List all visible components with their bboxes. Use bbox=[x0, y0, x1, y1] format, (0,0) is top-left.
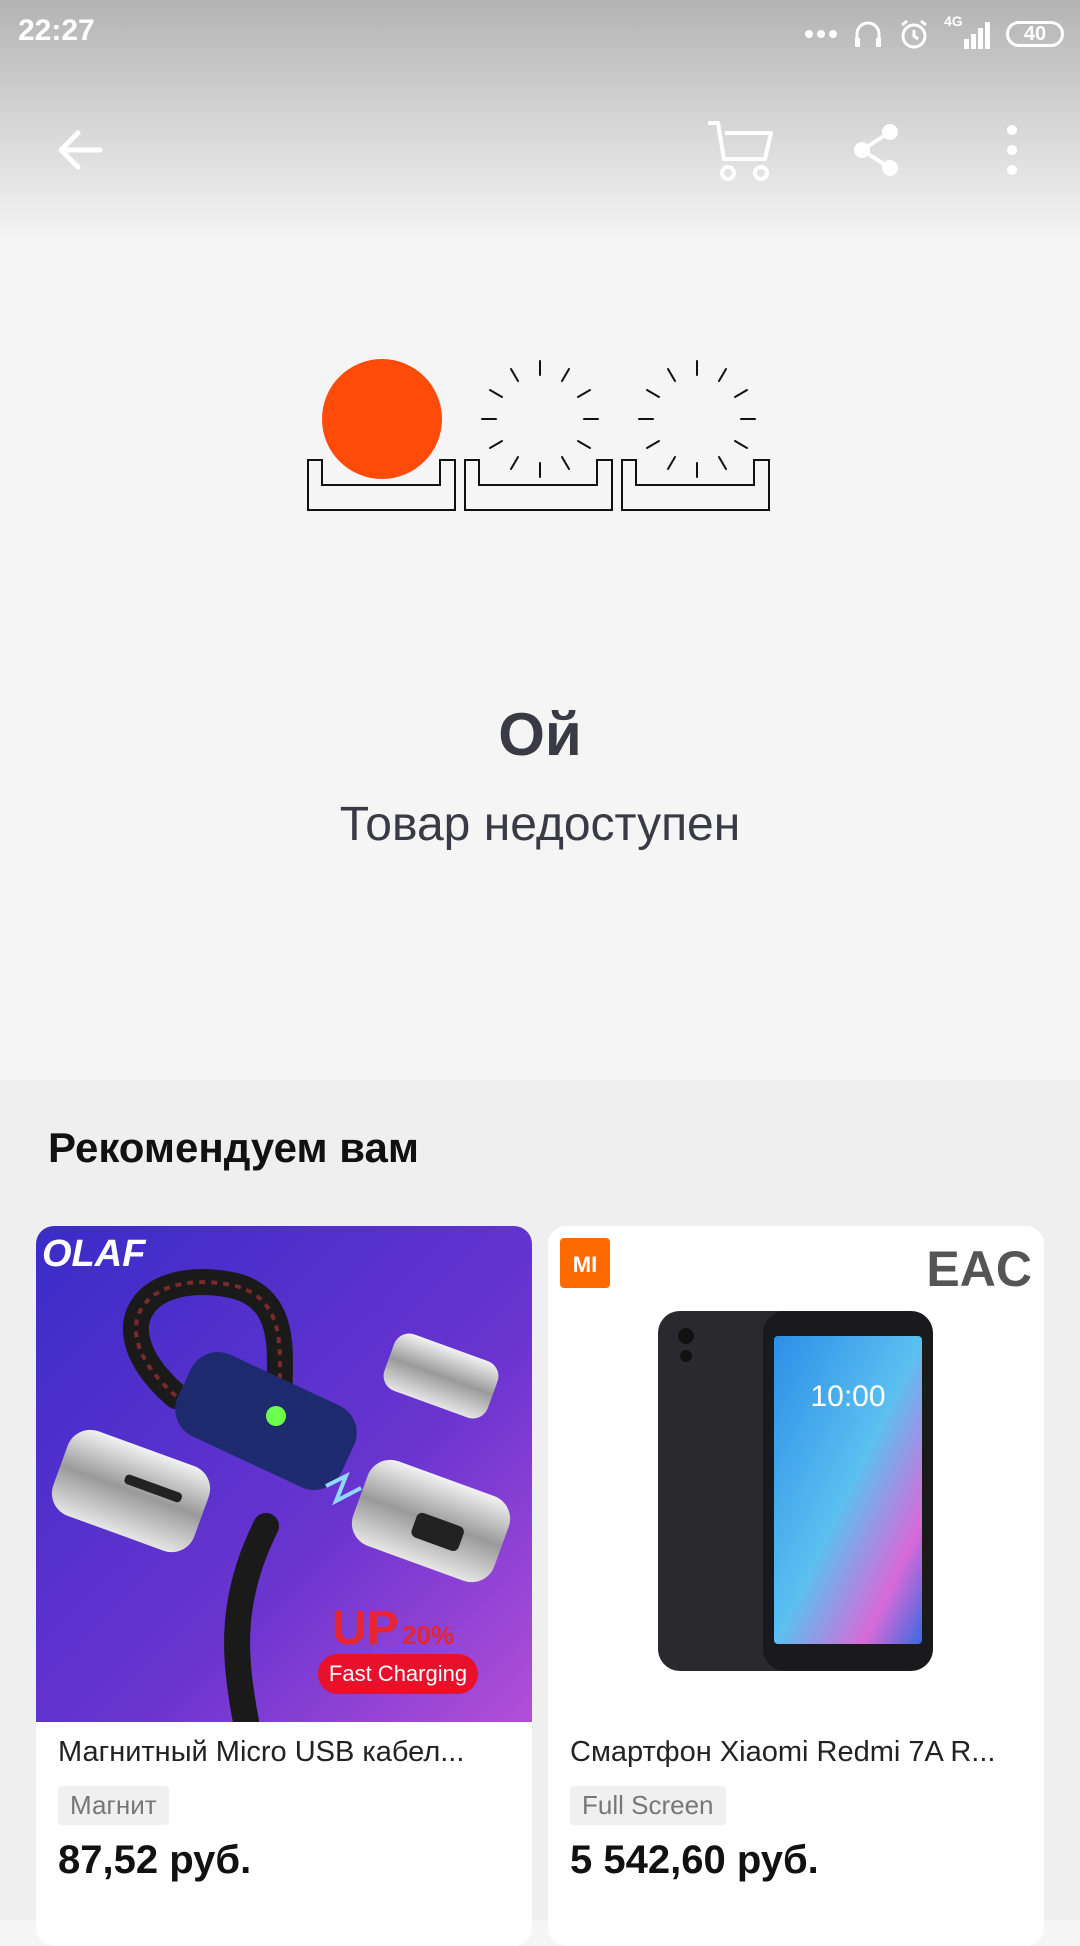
brand-logo-text: OLAF bbox=[42, 1233, 147, 1275]
more-notifications-icon bbox=[805, 30, 837, 38]
product-price: 5 542,60 руб. bbox=[570, 1838, 819, 1882]
status-bar: 22:27 4G 40 bbox=[0, 0, 1080, 66]
badge-up-text: UP bbox=[332, 1602, 399, 1655]
phone-screen-time: 10:00 bbox=[810, 1380, 885, 1413]
product-image-cable: OLAF UP 20% Fast Charging bbox=[36, 1226, 532, 1722]
share-button[interactable] bbox=[836, 110, 916, 190]
cart-button[interactable] bbox=[700, 110, 780, 190]
cart-icon bbox=[708, 121, 773, 181]
more-options-button[interactable] bbox=[972, 110, 1052, 190]
eac-logo-text: EAC bbox=[926, 1241, 1032, 1297]
product-title: Смартфон Xiaomi Redmi 7A R... bbox=[570, 1736, 996, 1768]
app-bar bbox=[0, 100, 1080, 200]
product-card[interactable]: MI EAC 10:00 Смартфон Xiaomi Redmi 7A R.… bbox=[548, 1226, 1044, 1946]
recommendations-section: Рекомендуем вам OLAF UP 20% Fast Chargin… bbox=[0, 1080, 1080, 1946]
status-icons: 4G 40 bbox=[804, 13, 1064, 54]
battery-indicator: 40 bbox=[1006, 21, 1064, 47]
headphones-icon bbox=[855, 21, 881, 47]
error-title: Ой bbox=[498, 701, 582, 768]
product-tag: Full Screen bbox=[570, 1786, 726, 1825]
product-image-phone: MI EAC 10:00 bbox=[548, 1226, 1044, 1722]
back-button[interactable] bbox=[40, 110, 120, 190]
recommendations-heading: Рекомендуем вам bbox=[48, 1124, 419, 1171]
arrow-left-icon bbox=[58, 130, 103, 170]
more-vertical-icon bbox=[1007, 125, 1017, 175]
product-title: Магнитный Micro USB кабел... bbox=[58, 1736, 465, 1768]
product-card[interactable]: OLAF UP 20% Fast Charging Магнитный Micr… bbox=[36, 1226, 532, 1946]
share-icon bbox=[854, 124, 898, 176]
error-message: Товар недоступен bbox=[339, 798, 741, 851]
badge-percent-text: 20% bbox=[402, 1620, 454, 1650]
badge-fast-charging-text: Fast Charging bbox=[329, 1661, 467, 1686]
unavailable-illustration-icon bbox=[307, 359, 770, 511]
product-tag: Магнит bbox=[58, 1786, 169, 1825]
signal-icon: 4G bbox=[944, 13, 992, 51]
status-time: 22:27 bbox=[18, 14, 95, 47]
mi-logo-text: MI bbox=[573, 1252, 597, 1277]
product-price: 87,52 руб. bbox=[58, 1838, 252, 1882]
alarm-icon bbox=[901, 19, 927, 49]
